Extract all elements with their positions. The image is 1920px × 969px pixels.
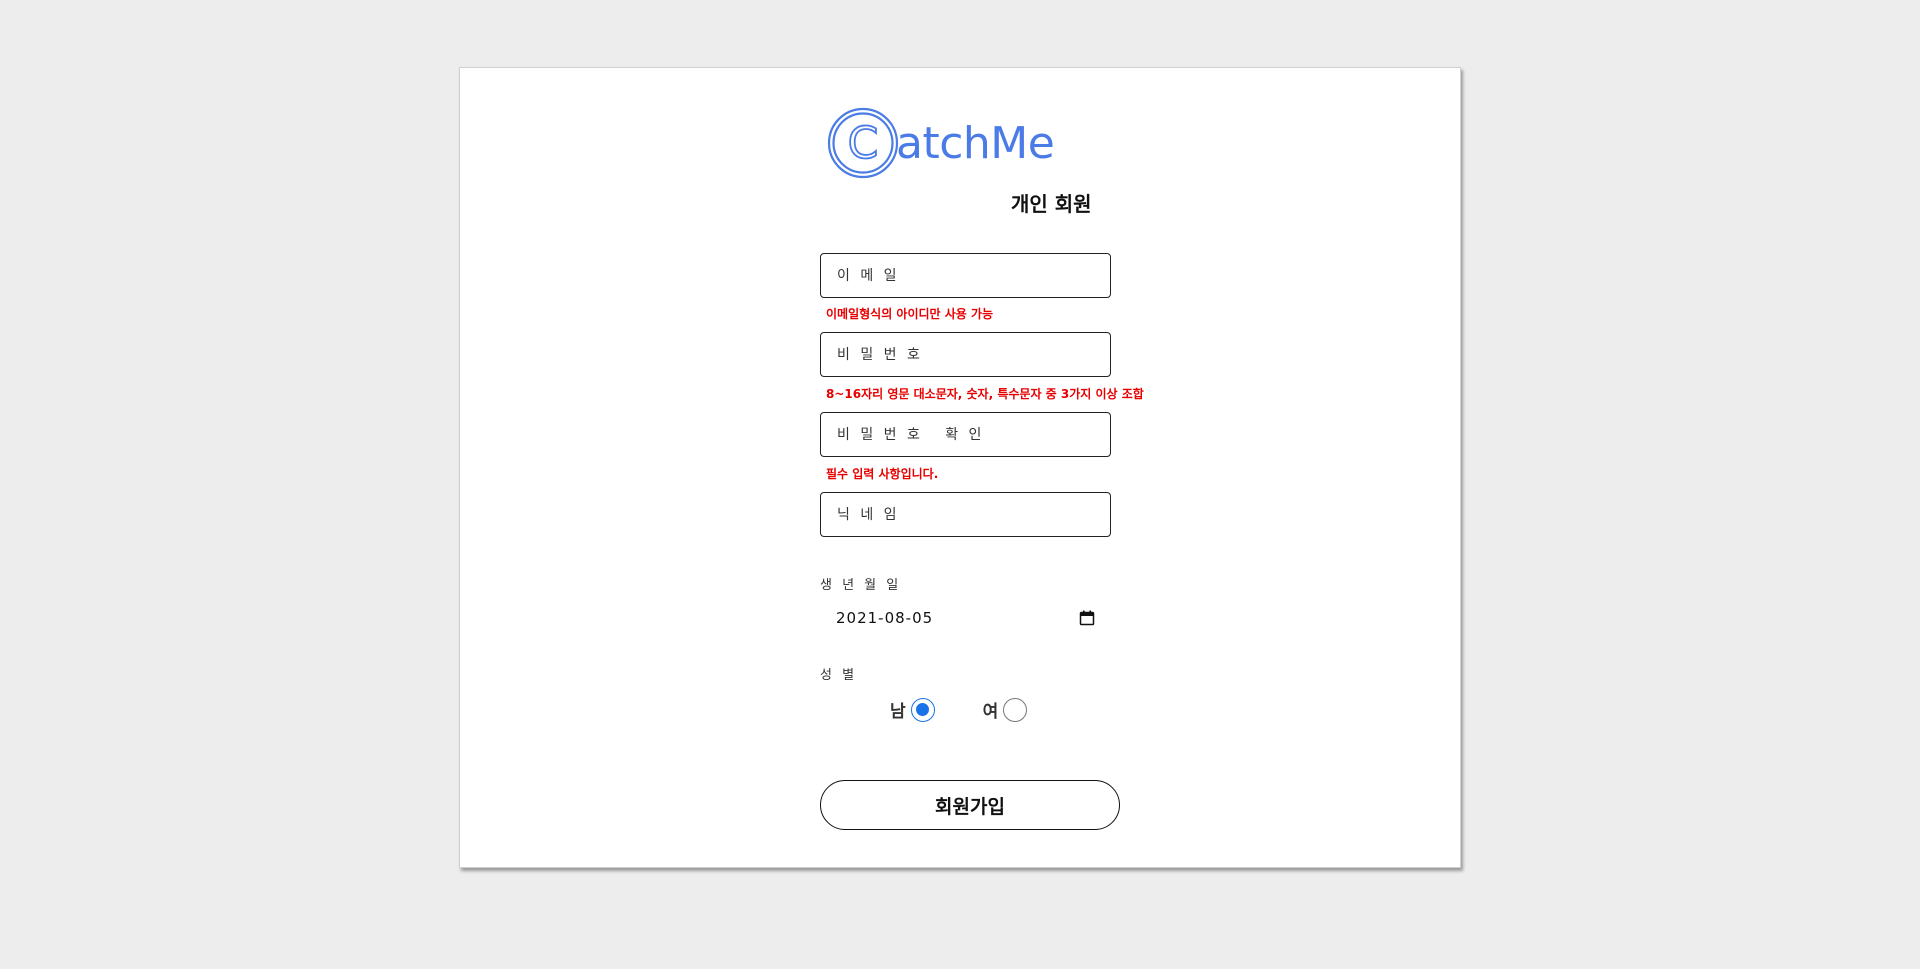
gender-label: 성 별 — [820, 668, 858, 683]
signup-button[interactable]: 회원가입 — [820, 780, 1120, 830]
nickname-input[interactable] — [820, 492, 1111, 537]
gender-option-female[interactable]: 여 — [983, 697, 1028, 722]
page-title: 개인 회원 — [1011, 192, 1092, 216]
catchme-logo-icon: C — [827, 107, 899, 179]
brand-name: atchMe — [896, 117, 1055, 169]
gender-option-male[interactable]: 남 — [890, 697, 935, 722]
catchme-logo[interactable]: C atchMe — [826, 105, 1055, 181]
logo-letter: C — [848, 118, 879, 169]
gender-female-label: 여 — [982, 702, 999, 722]
password-input[interactable] — [820, 332, 1111, 377]
gender-radio-group: 남 여 — [890, 697, 1028, 722]
password-confirm-error: 필수 입력 사항입니다. — [826, 467, 939, 481]
email-error: 이메일형식의 아이디만 사용 가능 — [826, 307, 994, 321]
calendar-icon[interactable] — [1079, 610, 1095, 626]
password-confirm-input[interactable] — [820, 412, 1111, 457]
gender-male-label: 남 — [890, 702, 906, 722]
gender-male-radio[interactable] — [910, 697, 935, 722]
password-error: 8~16자리 영문 대소문자, 숫자, 특수문자 중 3가지 이상 조합 — [826, 387, 1144, 401]
birthdate-value: 2021-08-05 — [836, 609, 934, 627]
email-input[interactable] — [820, 253, 1111, 298]
birthdate-input[interactable]: 2021-08-05 — [820, 603, 1111, 633]
birthdate-label: 생 년 월 일 — [820, 578, 902, 593]
signup-card — [459, 67, 1461, 868]
gender-female-radio[interactable] — [1003, 697, 1028, 722]
